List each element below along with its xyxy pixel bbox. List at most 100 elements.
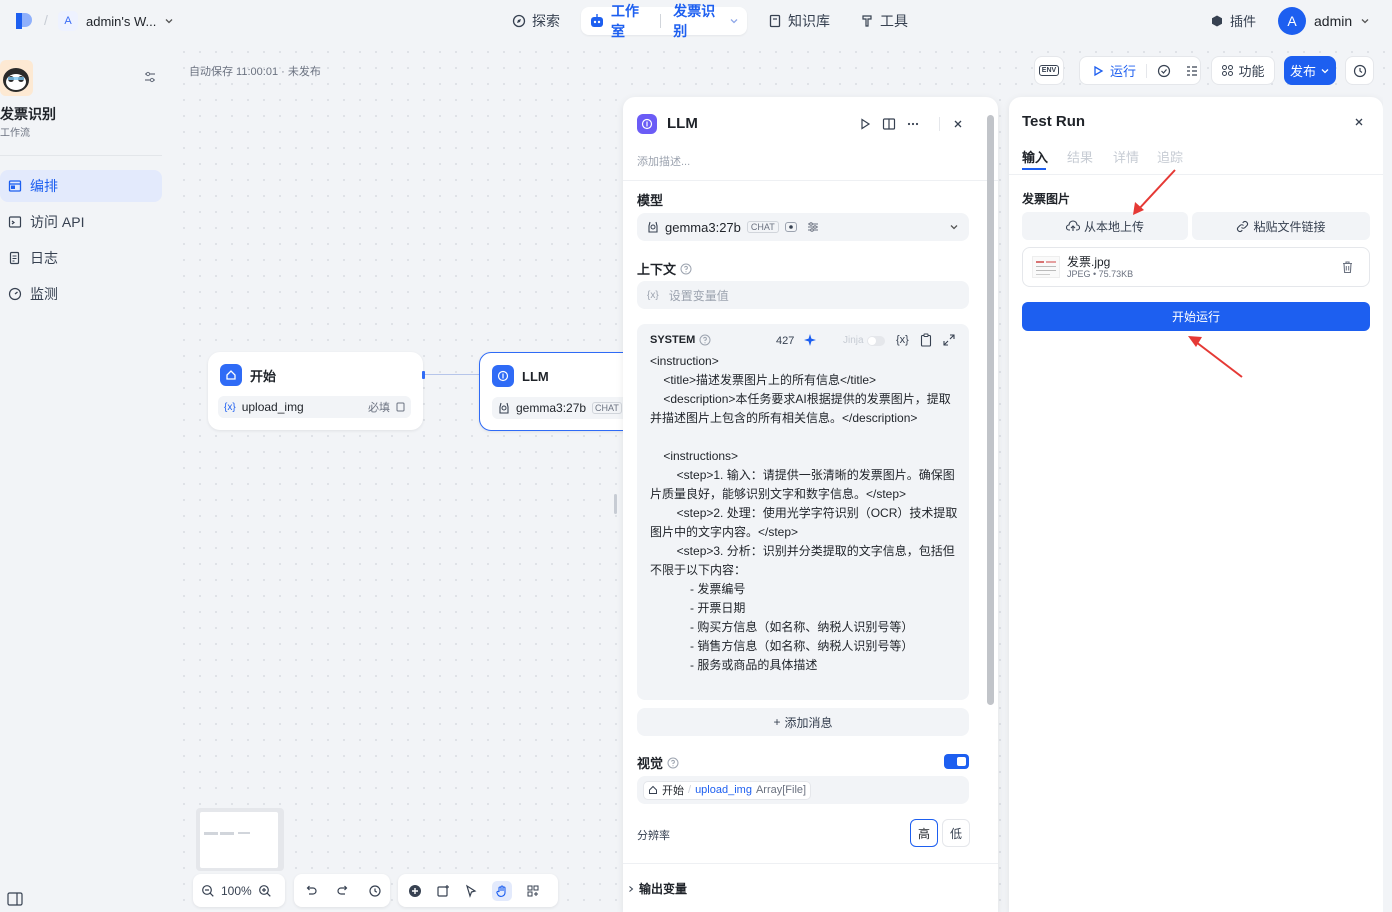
vision-variable-selector[interactable]: 开始 / upload_img Array[File] <box>637 776 969 804</box>
expand-icon[interactable] <box>943 334 955 346</box>
toggle-switch[interactable] <box>866 335 885 346</box>
llm-node[interactable]: LLM gemma3:27b CHAT <box>479 352 642 431</box>
nav-knowledge[interactable]: 知识库 <box>760 7 838 35</box>
resolution-low-button[interactable]: 低 <box>942 819 970 847</box>
sparkle-icon[interactable] <box>803 333 817 347</box>
prompt-line: <instruction> <box>650 354 719 368</box>
run-node-icon[interactable] <box>858 117 872 131</box>
vision-toggle[interactable] <box>944 754 969 769</box>
scrollbar[interactable] <box>987 115 994 705</box>
file-thumbnail <box>1032 256 1060 278</box>
hand-icon[interactable] <box>492 880 512 901</box>
params-icon[interactable] <box>807 221 819 233</box>
sidebar-item-api[interactable]: 访问 API <box>0 206 162 238</box>
nav-tools[interactable]: 工具 <box>852 7 916 35</box>
nav-studio[interactable]: 工作室 发票识别 <box>581 3 747 39</box>
user-menu[interactable]: A admin <box>1278 6 1370 36</box>
history-icon[interactable] <box>368 884 382 898</box>
publish-label: 发布 <box>1289 64 1316 79</box>
prompt-line: <step>1. 输入：请提供一张清晰的发票图片。确保图 <box>650 468 955 482</box>
canvas-tools <box>398 874 558 907</box>
app-name: 发票识别 <box>0 106 56 122</box>
collapse-sidebar-icon[interactable] <box>7 892 23 906</box>
plugins-link[interactable]: 插件 <box>1210 11 1256 30</box>
more-icon[interactable] <box>906 117 920 131</box>
node-handle[interactable] <box>422 371 425 379</box>
close-icon[interactable] <box>1352 115 1366 129</box>
context-variable-input[interactable]: {x} 设置变量值 <box>637 281 969 309</box>
jinja-toggle[interactable]: Jinja <box>843 335 885 346</box>
terminal-icon <box>8 215 22 229</box>
resize-handle[interactable] <box>614 494 617 514</box>
app-logo[interactable] <box>14 10 32 32</box>
publish-button[interactable]: 发布 <box>1284 56 1336 85</box>
nav-app-label[interactable]: 发票识别 <box>673 1 723 41</box>
play-icon[interactable] <box>1092 65 1104 77</box>
add-node-icon[interactable] <box>408 884 422 898</box>
link-icon <box>1236 220 1249 233</box>
sidebar-item-logs[interactable]: 日志 <box>0 242 162 274</box>
model-icon <box>647 220 659 234</box>
variable-chip: 开始 / upload_img Array[File] <box>643 780 812 800</box>
tab-detail[interactable]: 详情 <box>1113 147 1139 166</box>
start-node[interactable]: 开始 {x} upload_img 必填 <box>208 352 423 430</box>
model-selector[interactable]: gemma3:27b CHAT <box>637 213 969 241</box>
settings-sliders-icon[interactable] <box>143 70 157 84</box>
description-input[interactable]: 添加描述... <box>637 153 690 169</box>
undo-icon[interactable] <box>304 884 318 898</box>
split-view-icon[interactable] <box>882 117 896 131</box>
env-button[interactable]: ENV <box>1034 56 1064 85</box>
zoom-level[interactable]: 100% <box>221 884 252 898</box>
copy-icon[interactable] <box>920 333 932 347</box>
close-icon[interactable] <box>951 117 965 131</box>
pointer-icon[interactable] <box>464 884 478 898</box>
zoom-out-icon[interactable] <box>201 884 215 898</box>
help-icon[interactable] <box>680 263 692 275</box>
trash-icon[interactable] <box>1341 260 1354 274</box>
minimap[interactable] <box>196 808 284 871</box>
output-variables-section[interactable]: 输出变量 <box>627 880 687 897</box>
nav-explore[interactable]: 探索 <box>504 7 568 35</box>
insert-variable-icon[interactable]: {x} <box>896 334 909 346</box>
redo-icon[interactable] <box>336 884 350 898</box>
help-icon[interactable] <box>667 757 679 769</box>
checklist-icon[interactable] <box>1185 64 1199 78</box>
features-button[interactable]: 功能 <box>1211 56 1275 85</box>
start-run-button[interactable]: 开始运行 <box>1022 302 1370 331</box>
sidebar-item-orchestrate[interactable]: 编排 <box>0 170 162 202</box>
history-check-icon[interactable] <box>1157 64 1171 78</box>
panel-title[interactable]: LLM <box>667 115 698 132</box>
sidebar-item-monitor[interactable]: 监测 <box>0 278 162 310</box>
system-prompt-text[interactable]: <instruction> <title>描述发票图片上的所有信息</title… <box>650 352 957 675</box>
tab-trace[interactable]: 追踪 <box>1157 147 1183 166</box>
features-label: 功能 <box>1238 64 1265 79</box>
tab-input[interactable]: 输入 <box>1022 147 1048 166</box>
version-history-button[interactable] <box>1345 56 1374 85</box>
vision-section: 视觉 <box>637 753 679 772</box>
prompt-line <box>650 428 957 447</box>
workspace-switcher[interactable]: A admin's W... <box>58 10 174 32</box>
chevron-down-icon <box>164 16 174 26</box>
system-prompt-editor[interactable]: SYSTEM 427 Jinja {x} <instruction> <titl… <box>637 324 969 700</box>
eye-icon <box>784 221 797 233</box>
edge-connector <box>423 374 479 375</box>
organize-icon[interactable] <box>526 884 540 898</box>
zoom-in-icon[interactable] <box>258 884 272 898</box>
llm-icon <box>492 365 514 387</box>
run-button[interactable]: 运行 <box>1110 61 1136 80</box>
zoom-controls: 100% <box>193 874 285 907</box>
sidebar-item-label: 监测 <box>30 286 58 302</box>
help-icon[interactable] <box>699 334 711 346</box>
paste-link-label: 粘贴文件链接 <box>1253 219 1326 234</box>
uploaded-file: 发票.jpg JPEG • 75.73KB <box>1022 247 1370 287</box>
tab-result[interactable]: 结果 <box>1067 147 1093 166</box>
paste-link-button[interactable]: 粘贴文件链接 <box>1192 212 1370 240</box>
prompt-line: - 开票日期 <box>650 601 746 615</box>
hammer-icon <box>860 14 874 28</box>
resolution-high-button[interactable]: 高 <box>910 819 938 847</box>
add-message-button[interactable]: + 添加消息 <box>637 708 969 736</box>
add-note-icon[interactable] <box>436 884 450 898</box>
field-label: 发票图片 <box>1022 192 1071 206</box>
features-icon <box>1221 64 1234 77</box>
nav-studio-label: 工作室 <box>611 3 639 39</box>
